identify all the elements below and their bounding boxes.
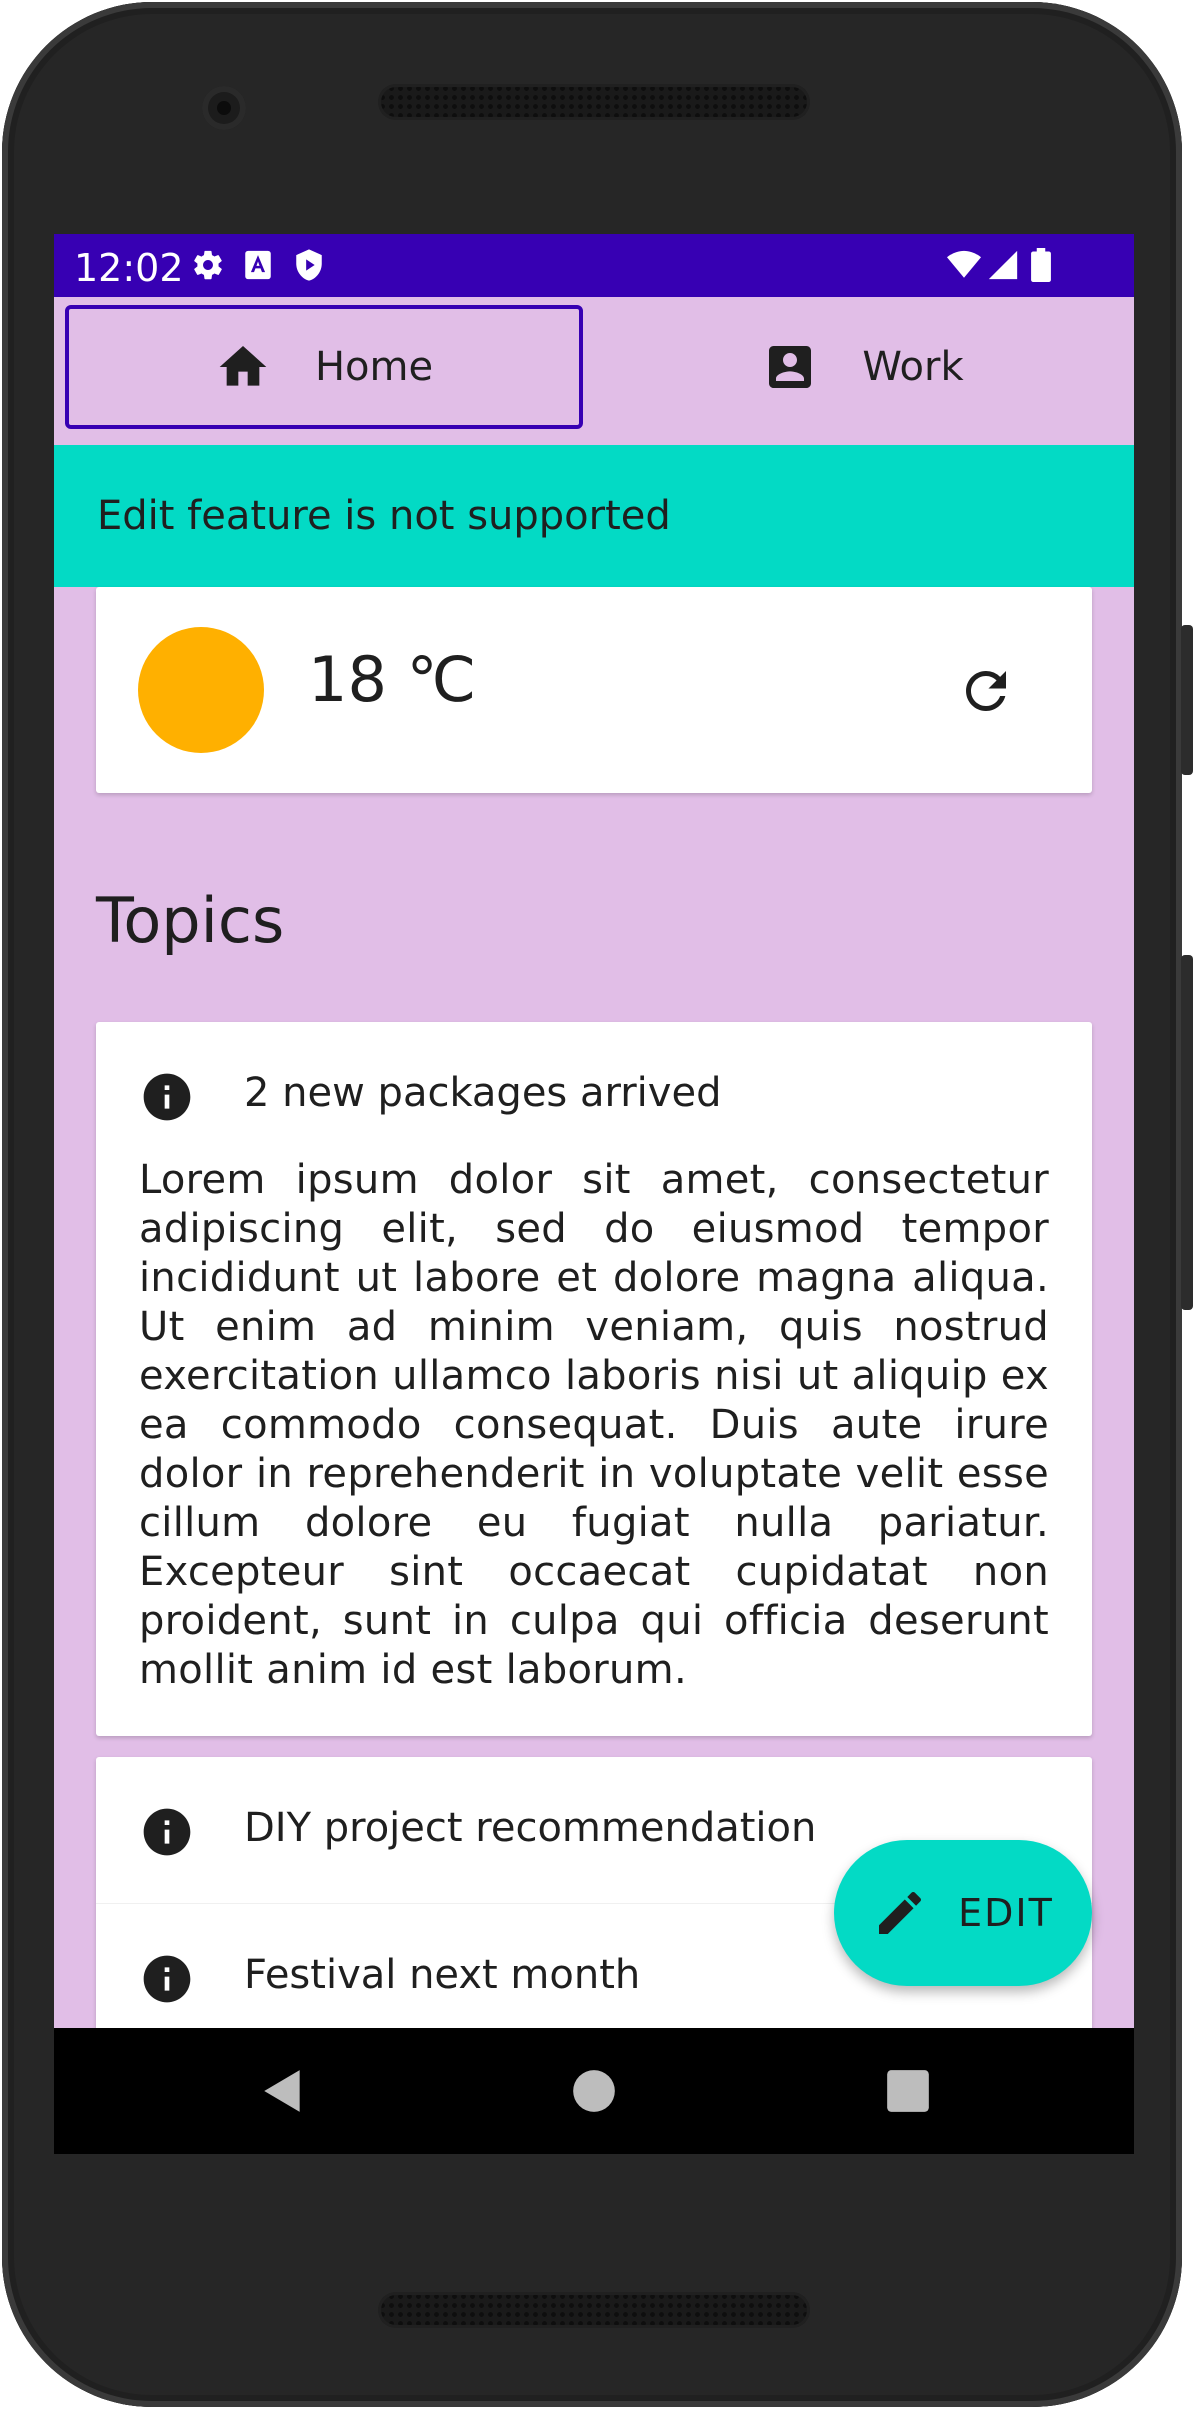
topic-label: DIY project recommendation <box>244 1805 817 1851</box>
shield-play-icon <box>292 248 326 282</box>
edit-fab-button[interactable]: EDIT <box>834 1840 1092 1986</box>
unsupported-banner: Edit feature is not supported <box>54 445 1134 587</box>
topic-label: Festival next month <box>244 1952 641 1998</box>
tab-home-label: Home <box>314 344 434 390</box>
front-camera <box>202 86 246 130</box>
topics-heading: Topics <box>96 884 285 957</box>
status-time: 12:02 <box>74 246 184 290</box>
status-bar: 12:02 <box>54 234 1134 297</box>
account-box-icon <box>762 339 818 395</box>
screen: 12:02 Home Work Edit feature is not supp… <box>54 234 1134 2154</box>
app-a-icon <box>241 248 275 282</box>
tab-work-label: Work <box>862 344 964 390</box>
system-navigation-bar <box>54 2028 1134 2154</box>
info-icon <box>139 1069 195 1125</box>
bottom-speaker <box>378 2292 810 2328</box>
topic-label: 2 new packages arrived <box>244 1070 722 1116</box>
home-icon <box>215 339 271 395</box>
refresh-icon[interactable] <box>956 661 1016 721</box>
tab-home[interactable]: Home <box>65 305 583 429</box>
wifi-icon <box>944 248 984 282</box>
cell-signal-icon <box>986 248 1020 282</box>
recents-icon[interactable] <box>883 2066 933 2116</box>
side-button <box>1181 625 1193 775</box>
topic-body-text: Lorem ipsum dolor sit amet, consectetur … <box>139 1157 1049 1693</box>
sun-icon <box>138 627 264 753</box>
info-icon <box>139 1804 195 1860</box>
pencil-icon <box>872 1885 928 1941</box>
temperature: 18 ℃ <box>308 643 477 716</box>
home-circle-icon[interactable] <box>569 2066 619 2116</box>
fab-label: EDIT <box>958 1891 1054 1935</box>
volume-button <box>1181 955 1193 1310</box>
battery-icon <box>1028 248 1054 282</box>
topic-header[interactable]: 2 new packages arrived <box>96 1022 1092 1168</box>
phone-frame: 12:02 Home Work Edit feature is not supp… <box>2 2 1182 2407</box>
tab-work[interactable]: Work <box>604 305 1122 429</box>
banner-text: Edit feature is not supported <box>97 493 671 539</box>
earpiece-speaker <box>378 84 810 120</box>
settings-icon <box>191 248 225 282</box>
tab-bar: Home Work <box>54 297 1134 445</box>
weather-card: 18 ℃ <box>96 587 1092 793</box>
back-icon[interactable] <box>258 2066 308 2116</box>
info-icon <box>139 1951 195 2007</box>
topic-card-expanded[interactable]: 2 new packages arrived Lorem ipsum dolor… <box>96 1022 1092 1736</box>
